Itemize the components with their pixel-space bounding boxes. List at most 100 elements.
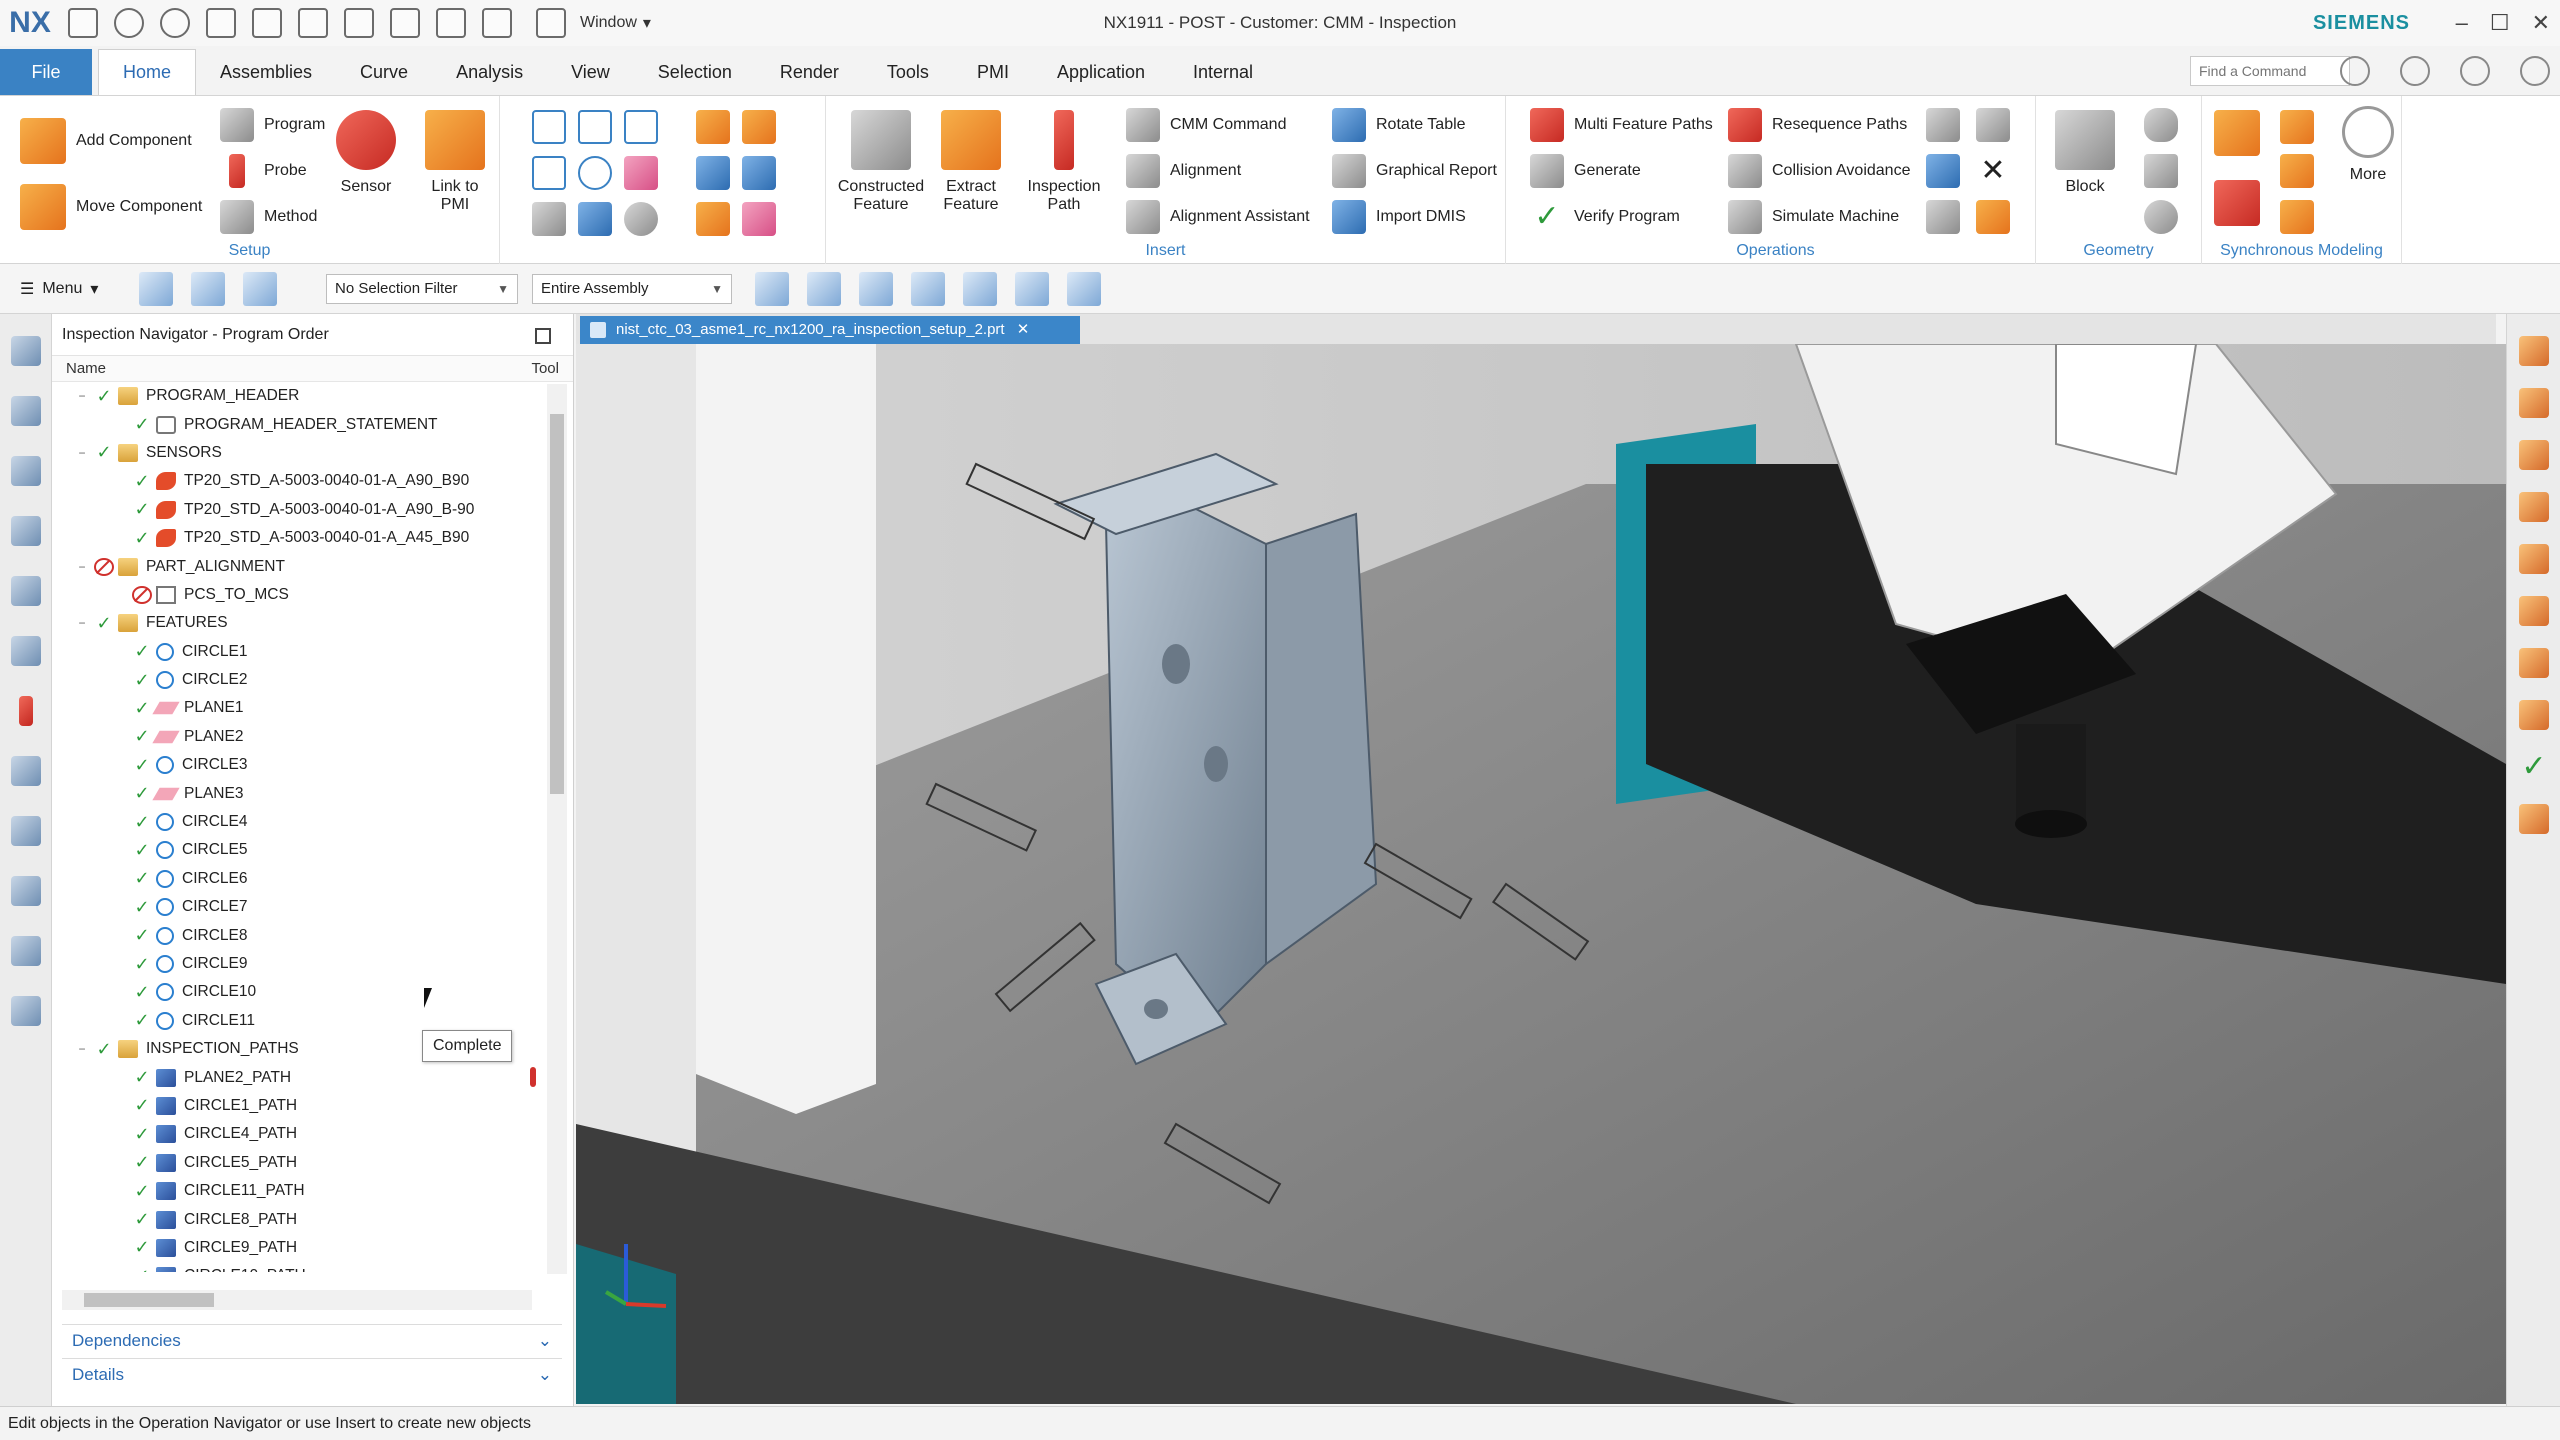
surface-icon[interactable]: [578, 202, 612, 236]
project-curve-icon[interactable]: [696, 156, 730, 190]
measure-icon[interactable]: [2519, 336, 2549, 366]
add-component-button[interactable]: Add Component: [20, 118, 192, 164]
collapse-toggle-icon[interactable]: −: [74, 1042, 90, 1056]
visibility-icon[interactable]: [2519, 700, 2549, 730]
maximize-icon[interactable]: ☐: [2490, 10, 2510, 36]
full-screen-icon[interactable]: [2340, 56, 2370, 86]
tab-tools[interactable]: Tools: [863, 49, 953, 95]
datum-icon[interactable]: [696, 202, 730, 236]
line-icon[interactable]: [578, 110, 612, 144]
tree-row[interactable]: − ✓ SENSORS: [52, 439, 540, 467]
link-to-pmi-button[interactable]: Link to PMI: [420, 110, 490, 214]
palette-icon[interactable]: [11, 936, 41, 966]
multi-feature-paths-button[interactable]: Multi Feature Paths: [1530, 108, 1713, 142]
globe-icon[interactable]: [11, 816, 41, 846]
tree-row[interactable]: − ✓ PROGRAM_HEADER: [52, 382, 540, 410]
minimize-icon[interactable]: –: [2456, 10, 2468, 36]
paste-icon[interactable]: [298, 8, 328, 38]
sphere-icon[interactable]: [624, 202, 658, 236]
tree-row[interactable]: ✓ CIRCLE8_PATH: [52, 1205, 540, 1233]
machine-icon[interactable]: [1976, 108, 2010, 142]
window-menu[interactable]: Window ▾: [528, 8, 651, 38]
collapse-toggle-icon[interactable]: −: [74, 560, 90, 574]
import-dmis-button[interactable]: Import DMIS: [1332, 200, 1466, 234]
simulate-machine-button[interactable]: Simulate Machine: [1728, 200, 1899, 234]
tree-row[interactable]: ✓ CIRCLE3: [52, 751, 540, 779]
point-icon[interactable]: [532, 110, 566, 144]
offset-curve-icon[interactable]: [696, 110, 730, 144]
tab-application[interactable]: Application: [1033, 49, 1169, 95]
delete-face-icon[interactable]: [2214, 180, 2260, 226]
method-button[interactable]: Method: [220, 200, 317, 234]
tree-row[interactable]: − PART_ALIGNMENT: [52, 552, 540, 580]
delete-icon[interactable]: [344, 8, 374, 38]
tree-row[interactable]: − ✓ FEATURES: [52, 609, 540, 637]
save-icon[interactable]: [68, 8, 98, 38]
tree-row[interactable]: ✓ TP20_STD_A-5003-0040-01-A_A90_B-90: [52, 496, 540, 524]
cylinder-icon[interactable]: [532, 202, 566, 236]
tree-row[interactable]: ✓ TP20_STD_A-5003-0040-01-A_A45_B90: [52, 524, 540, 552]
machine-view-icon[interactable]: [2519, 648, 2549, 678]
selection-scope-dropdown[interactable]: Entire Assembly ▼: [532, 273, 732, 304]
settings-icon[interactable]: [11, 336, 41, 366]
solid-view-icon[interactable]: [1015, 271, 1049, 306]
replace-face-icon[interactable]: [2280, 200, 2314, 234]
tree-row[interactable]: ✓ CIRCLE6: [52, 865, 540, 893]
tree-row[interactable]: ✓ CIRCLE8: [52, 921, 540, 949]
history-icon[interactable]: [11, 876, 41, 906]
web-browser-icon[interactable]: [11, 756, 41, 786]
tree-row[interactable]: PCS_TO_MCS: [52, 581, 540, 609]
tree-row[interactable]: ✓ CIRCLE1: [52, 638, 540, 666]
scrollbar-thumb[interactable]: [84, 1293, 214, 1307]
repeat-command-icon[interactable]: [390, 8, 420, 38]
inspection-report-icon[interactable]: [2519, 388, 2549, 418]
filter-icon[interactable]: [755, 271, 789, 306]
cone-icon[interactable]: [2144, 154, 2178, 188]
column-header-name[interactable]: Name: [66, 360, 531, 377]
cylinder-icon[interactable]: [2144, 108, 2178, 142]
tree-row[interactable]: ✓ CIRCLE7: [52, 893, 540, 921]
program-order-view-icon[interactable]: [139, 271, 173, 306]
tree-row[interactable]: ✓ CIRCLE4_PATH: [52, 1120, 540, 1148]
tree-row[interactable]: ✓ PLANE2: [52, 723, 540, 751]
dependencies-panel[interactable]: Dependencies ⌄: [62, 1324, 562, 1356]
tree-row[interactable]: ✓ CIRCLE4: [52, 808, 540, 836]
clear-filter-icon[interactable]: [807, 271, 841, 306]
tree-row[interactable]: ✓ CIRCLE9: [52, 950, 540, 978]
resequence-paths-button[interactable]: Resequence Paths: [1728, 108, 1907, 142]
command-search-input[interactable]: [2190, 56, 2350, 86]
tree-row[interactable]: ✓ PLANE3: [52, 779, 540, 807]
details-panel[interactable]: Details ⌄: [62, 1358, 562, 1390]
sphere-icon[interactable]: [2144, 200, 2178, 234]
extract-feature-button[interactable]: Extract Feature: [936, 110, 1006, 214]
point-dialog-icon[interactable]: [963, 271, 997, 306]
tree-row[interactable]: ✓ PLANE1: [52, 694, 540, 722]
report-icon[interactable]: [1976, 200, 2010, 234]
tab-pmi[interactable]: PMI: [953, 49, 1033, 95]
path-edit-icon[interactable]: [2519, 492, 2549, 522]
circle-icon[interactable]: [578, 156, 612, 190]
tree-row[interactable]: ✓ CIRCLE10: [52, 978, 540, 1006]
snap-point-icon[interactable]: [859, 271, 893, 306]
tab-selection[interactable]: Selection: [634, 49, 756, 95]
reuse-library-icon[interactable]: [11, 576, 41, 606]
intersect-curve-icon[interactable]: [742, 156, 776, 190]
tree-row[interactable]: ✓ CIRCLE1_PATH: [52, 1092, 540, 1120]
program-button[interactable]: Program: [220, 108, 325, 142]
tree-row[interactable]: ✓ CIRCLE2: [52, 666, 540, 694]
assembly-navigator-icon[interactable]: [11, 456, 41, 486]
rotate-table-button[interactable]: Rotate Table: [1332, 108, 1466, 142]
generate-button[interactable]: Generate: [1530, 154, 1641, 188]
select-body-icon[interactable]: [911, 271, 945, 306]
touch-mode-icon[interactable]: [436, 8, 466, 38]
geometry-view-icon[interactable]: [243, 271, 277, 306]
tab-assemblies[interactable]: Assemblies: [196, 49, 336, 95]
sensor-button[interactable]: Sensor: [336, 110, 396, 196]
column-header-tool[interactable]: Tool: [531, 360, 559, 377]
arc-icon[interactable]: [624, 110, 658, 144]
tree-row[interactable]: ✓ CIRCLE11_PATH: [52, 1177, 540, 1205]
vertical-scrollbar[interactable]: [547, 384, 567, 1274]
output-icon[interactable]: [2519, 804, 2549, 834]
move-component-button[interactable]: Move Component: [20, 184, 202, 230]
tab-home[interactable]: Home: [98, 49, 197, 95]
